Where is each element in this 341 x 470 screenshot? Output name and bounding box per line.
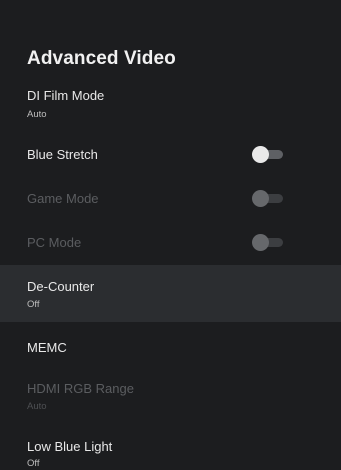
setting-label: Low Blue Light bbox=[27, 439, 113, 454]
blue-stretch-toggle-switch-icon[interactable] bbox=[252, 146, 283, 163]
toggle-thumb bbox=[252, 234, 269, 251]
setting-value: Off bbox=[27, 458, 40, 469]
setting-blue-stretch[interactable]: Blue Stretch bbox=[0, 134, 341, 174]
setting-label: PC Mode bbox=[27, 235, 82, 250]
setting-label: MEMC bbox=[27, 340, 67, 355]
setting-low-blue-light[interactable]: Low Blue Light Off bbox=[0, 428, 341, 470]
setting-game-mode: Game Mode bbox=[0, 178, 341, 218]
setting-pc-mode: PC Mode bbox=[0, 222, 341, 262]
advanced-video-panel: Advanced Video DI Film Mode Auto Blue St… bbox=[0, 0, 341, 470]
setting-label: DI Film Mode bbox=[27, 88, 105, 103]
setting-value: Auto bbox=[27, 109, 47, 120]
setting-di-film-mode[interactable]: DI Film Mode Auto bbox=[0, 84, 341, 124]
setting-label: Game Mode bbox=[27, 191, 99, 206]
setting-label: De-Counter bbox=[27, 279, 95, 294]
setting-hdmi-rgb-range: HDMI RGB Range Auto bbox=[0, 372, 341, 418]
setting-memc[interactable]: MEMC bbox=[0, 328, 341, 368]
setting-value: Off bbox=[27, 299, 40, 310]
setting-de-counter[interactable]: De-Counter Off bbox=[0, 265, 341, 322]
toggle-thumb bbox=[252, 146, 269, 163]
setting-label: Blue Stretch bbox=[27, 147, 98, 162]
pc-mode-toggle-switch-icon bbox=[252, 234, 283, 251]
game-mode-toggle-switch-icon bbox=[252, 190, 283, 207]
page-title: Advanced Video bbox=[27, 48, 176, 69]
toggle-thumb bbox=[252, 190, 269, 207]
setting-label: HDMI RGB Range bbox=[27, 381, 134, 396]
setting-value: Auto bbox=[27, 401, 47, 412]
